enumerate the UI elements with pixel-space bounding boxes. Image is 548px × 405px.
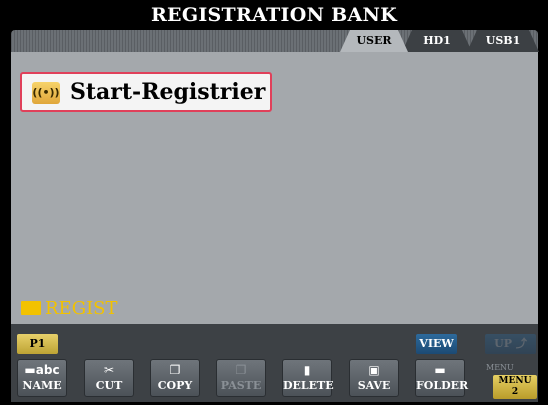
name-button-label: NAME bbox=[22, 379, 62, 392]
tab-user[interactable]: USER bbox=[340, 30, 408, 52]
new-folder-button[interactable]: ▬ FOLDER bbox=[415, 359, 469, 397]
save-button-label: SAVE bbox=[357, 379, 391, 392]
trash-icon: ▮ bbox=[303, 363, 311, 377]
up-button[interactable]: UP ⤴ bbox=[485, 334, 536, 354]
cut-button[interactable]: ✂ CUT bbox=[84, 359, 134, 397]
tab-hd1[interactable]: HD1 bbox=[402, 30, 472, 52]
paste-button-label: PASTE bbox=[220, 379, 262, 392]
page-button-p1[interactable]: P1 bbox=[17, 334, 58, 354]
floppy-disk-icon: ▣ bbox=[368, 363, 380, 377]
registration-bank-screen: REGISTRATION BANK USB1 HD1 USER ((•)) St… bbox=[0, 0, 548, 405]
delete-button-label: DELETE bbox=[283, 379, 334, 392]
file-item-label: Start-Registrier bbox=[70, 79, 266, 105]
up-arrow-icon: ⤴ bbox=[515, 337, 527, 350]
cut-button-label: CUT bbox=[95, 379, 123, 392]
menu-2-button[interactable]: MENU 2 bbox=[493, 375, 537, 399]
save-button[interactable]: ▣ SAVE bbox=[349, 359, 399, 397]
registration-bank-icon: ((•)) bbox=[32, 82, 60, 104]
name-icon: ▬abc bbox=[24, 363, 60, 377]
delete-button[interactable]: ▮ DELETE bbox=[282, 359, 334, 397]
view-button[interactable]: VIEW bbox=[416, 334, 457, 354]
tab-usb1[interactable]: USB1 bbox=[467, 30, 539, 52]
current-folder-path[interactable]: REGIST bbox=[21, 298, 118, 320]
name-button[interactable]: ▬abc NAME bbox=[17, 359, 67, 397]
folder-icon: ▬ bbox=[434, 363, 446, 377]
scissors-icon: ✂ bbox=[103, 363, 115, 377]
copy-button[interactable]: ❐ COPY bbox=[150, 359, 200, 397]
folder-icon bbox=[21, 301, 41, 315]
menu-label: MENU bbox=[498, 376, 532, 386]
up-label: UP bbox=[494, 337, 513, 350]
paste-icon: ❐ bbox=[235, 363, 247, 377]
file-item-start-registrier[interactable]: ((•)) Start-Registrier bbox=[20, 72, 272, 112]
file-list-panel: ((•)) Start-Registrier REGIST bbox=[11, 52, 538, 324]
copy-button-label: COPY bbox=[157, 379, 193, 392]
page-title: REGISTRATION BANK bbox=[150, 4, 398, 26]
folder-button-label: FOLDER bbox=[416, 379, 469, 392]
paste-button[interactable]: ❐ PASTE bbox=[216, 359, 266, 397]
menu-number: 2 bbox=[511, 387, 519, 397]
copy-icon: ❐ bbox=[169, 363, 181, 377]
current-folder-label: REGIST bbox=[45, 298, 118, 319]
